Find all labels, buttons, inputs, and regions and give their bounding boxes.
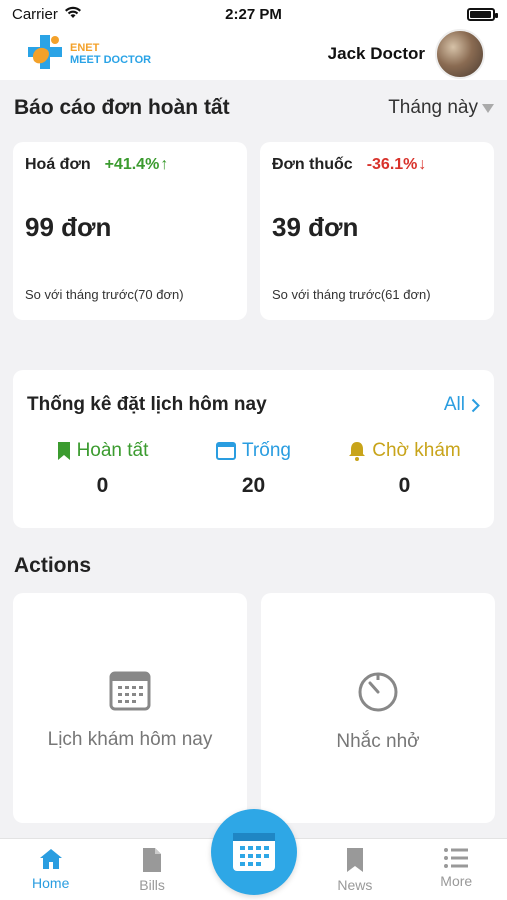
period-dropdown[interactable]: Tháng này	[388, 97, 494, 119]
booking-stat-label: Trống	[242, 440, 291, 461]
arrow-down-icon: ↓	[418, 156, 427, 173]
tab-label: Bills	[139, 877, 165, 893]
reminder-action[interactable]: Nhắc nhở	[261, 593, 495, 823]
booking-stat-head: Hoàn tất	[57, 440, 149, 462]
tab-label: News	[337, 877, 373, 893]
carrier-label: Carrier	[12, 5, 58, 23]
logo-line1: ENET	[70, 42, 100, 54]
booking-title: Thống kê đặt lịch hôm nay	[27, 394, 267, 415]
app-header: ENET MEET DOCTOR Jack Doctor	[0, 28, 507, 80]
stat-change: -36.1%↓	[367, 156, 427, 174]
bookmark-icon	[346, 848, 363, 872]
chevron-right-icon	[471, 398, 480, 412]
all-label: All	[443, 394, 465, 415]
all-link[interactable]: All	[444, 394, 480, 416]
booking-stat-head: Trống	[216, 440, 291, 462]
booking-stat-label: Chờ khám	[372, 440, 461, 461]
stat-compare: So với tháng trước(70 đơn)	[25, 287, 184, 302]
battery-fill	[470, 10, 491, 18]
stat-change: +41.4%↑	[105, 156, 169, 174]
today-schedule-action[interactable]: Lịch khám hôm nay	[13, 593, 247, 823]
stat-label: Đơn thuốc	[272, 156, 353, 173]
tab-bills[interactable]: Bills	[101, 839, 202, 900]
calendar-icon	[233, 833, 275, 871]
tab-more[interactable]: More	[406, 839, 507, 900]
user-name: Jack Doctor	[327, 44, 425, 63]
invoice-stat-card[interactable]: Hoá đơn +41.4%↑ 99 đơn So với tháng trướ…	[13, 142, 247, 320]
timer-icon	[358, 672, 398, 712]
tab-label: Home	[32, 875, 70, 891]
stat-change-value: +41.4%	[104, 156, 160, 173]
home-icon	[39, 849, 62, 869]
stat-change-value: -36.1%	[366, 156, 418, 173]
document-icon	[143, 848, 162, 872]
avatar[interactable]	[435, 29, 485, 79]
bell-icon	[349, 442, 366, 461]
tab-label: More	[440, 873, 473, 889]
status-bar: Carrier 2:27 PM	[0, 0, 507, 28]
stat-card-header: Hoá đơn +41.4%↑	[25, 156, 235, 174]
battery-icon	[467, 7, 498, 21]
window-icon	[216, 442, 237, 460]
stat-card-header: Đơn thuốc -36.1%↓	[272, 156, 482, 174]
calendar-fab-button[interactable]	[211, 809, 297, 895]
booking-header: Thống kê đặt lịch hôm nay All	[27, 394, 480, 416]
tab-home[interactable]: Home	[0, 839, 101, 900]
booking-stat-value: 0	[96, 474, 109, 497]
booking-stats-card: Thống kê đặt lịch hôm nay All Hoàn tất 0…	[13, 370, 494, 528]
medical-cross-logo-icon	[24, 31, 66, 78]
calendar-icon	[109, 671, 151, 711]
arrow-up-icon: ↑	[160, 156, 169, 173]
stat-compare: So với tháng trước(61 đơn)	[272, 287, 431, 302]
booking-stat-available[interactable]: Trống 20	[178, 440, 329, 498]
list-icon	[444, 848, 469, 868]
logo-text: ENET MEET DOCTOR	[70, 42, 151, 66]
app-logo[interactable]: ENET MEET DOCTOR	[24, 31, 151, 78]
booking-stat-value: 0	[398, 474, 411, 497]
wifi-icon	[64, 6, 82, 23]
status-left: Carrier	[12, 6, 82, 23]
logo-line2: MEET DOCTOR	[70, 54, 152, 66]
actions-title: Actions	[14, 554, 92, 577]
report-title: Báo cáo đơn hoàn tất	[14, 96, 230, 119]
period-label: Tháng này	[388, 97, 478, 118]
booking-stat-value: 20	[241, 474, 266, 497]
report-header: Báo cáo đơn hoàn tất Tháng này	[14, 96, 494, 120]
booking-stat-label: Hoàn tất	[76, 440, 149, 461]
stat-value: 39 đơn	[272, 212, 359, 242]
booking-stat-completed[interactable]: Hoàn tất 0	[27, 440, 178, 498]
prescription-stat-card[interactable]: Đơn thuốc -36.1%↓ 39 đơn So với tháng tr…	[260, 142, 494, 320]
user-profile[interactable]: Jack Doctor	[328, 29, 485, 79]
booking-stat-head: Chờ khám	[348, 440, 461, 462]
caret-down-icon	[482, 103, 494, 113]
stat-value: 99 đơn	[25, 212, 112, 242]
bookmark-icon	[57, 442, 70, 460]
action-label: Nhắc nhở	[336, 731, 420, 752]
tab-news[interactable]: News	[304, 839, 405, 900]
action-label: Lịch khám hôm nay	[47, 729, 213, 750]
stat-label: Hoá đơn	[25, 156, 91, 173]
booking-stat-waiting[interactable]: Chờ khám 0	[329, 440, 480, 498]
booking-stats: Hoàn tất 0 Trống 20 Chờ khám 0	[27, 440, 480, 498]
